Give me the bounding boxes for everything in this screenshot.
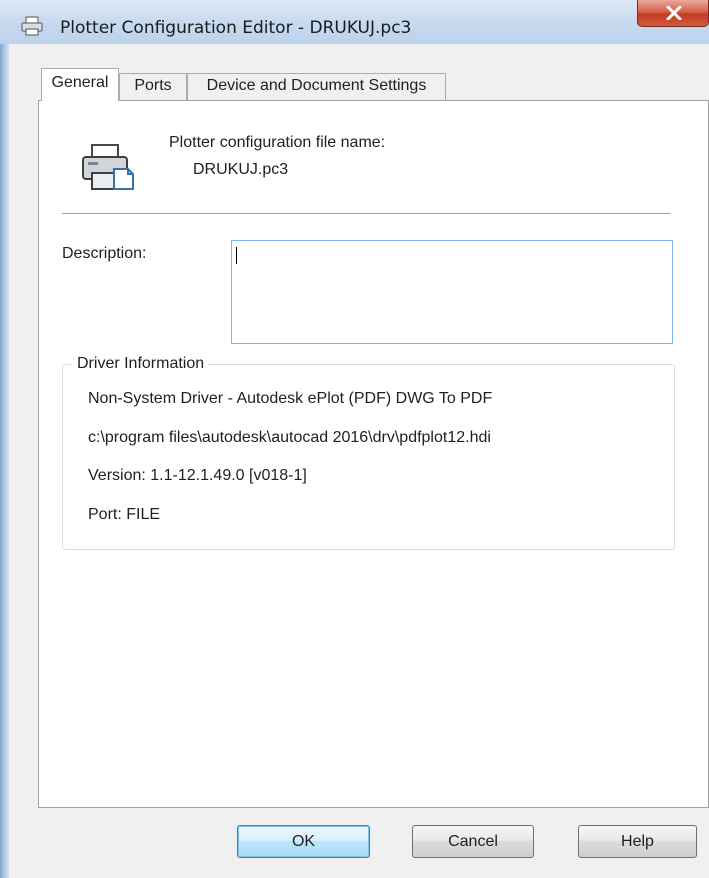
text-caret: [236, 247, 237, 264]
driver-version: Version: 1.1-12.1.49.0 [v018-1]: [88, 467, 307, 484]
plotter-icon: [82, 144, 134, 190]
tab-device-and-document-settings[interactable]: Device and Document Settings: [187, 73, 446, 100]
window-frame: [0, 0, 9, 878]
driver-port: Port: FILE: [88, 506, 161, 523]
driver-path: c:\program files\autodesk\autocad 2016\d…: [88, 429, 491, 446]
file-name-value: DRUKUJ.pc3: [193, 161, 289, 178]
help-button[interactable]: Help: [578, 825, 697, 858]
cancel-button[interactable]: Cancel: [412, 825, 534, 858]
tab-ports[interactable]: Ports: [119, 73, 187, 100]
close-icon: [666, 6, 682, 20]
title-bar[interactable]: Plotter Configuration Editor - DRUKUJ.pc…: [0, 0, 709, 44]
file-name-label: Plotter configuration file name:: [169, 134, 386, 151]
separator: [62, 213, 670, 215]
printer-icon: [21, 16, 43, 36]
tab-general[interactable]: General: [41, 68, 119, 101]
close-button[interactable]: [637, 0, 709, 27]
driver-name: Non-System Driver - Autodesk ePlot (PDF)…: [88, 390, 493, 407]
description-label: Description:: [62, 245, 147, 262]
description-input[interactable]: [231, 240, 673, 344]
plotter-configuration-editor-window: Plotter Configuration Editor - DRUKUJ.pc…: [0, 0, 709, 878]
window-title: Plotter Configuration Editor - DRUKUJ.pc…: [60, 18, 412, 38]
driver-information-title: Driver Information: [71, 355, 209, 373]
ok-button[interactable]: OK: [237, 825, 370, 858]
